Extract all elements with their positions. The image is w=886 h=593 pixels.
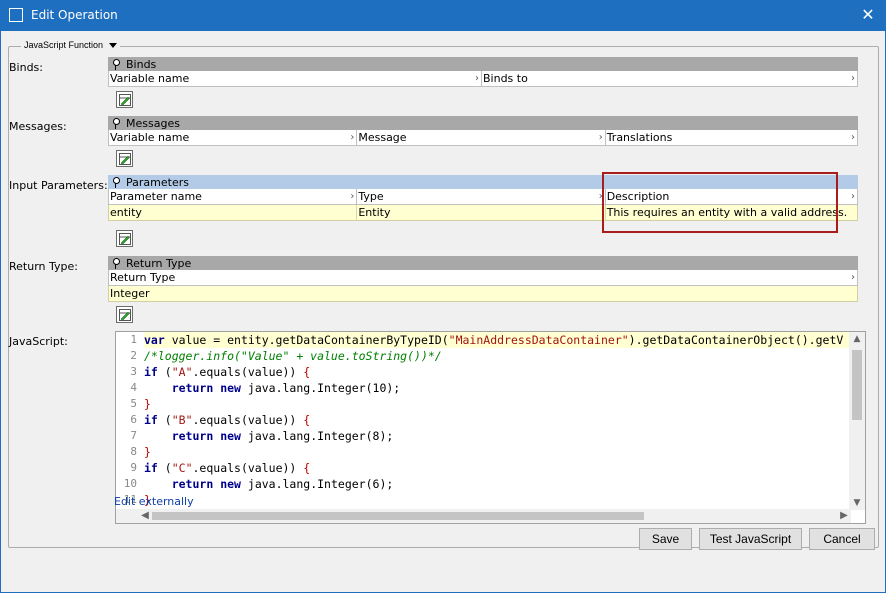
code-line[interactable]: /*logger.info("Value" + value.toString()… (144, 348, 850, 364)
test-javascript-button[interactable]: Test JavaScript (699, 528, 802, 550)
close-icon[interactable]: ✕ (860, 6, 876, 24)
window-icon (9, 8, 23, 22)
column-header[interactable]: Translations › (606, 130, 857, 145)
binds-header: Binds (108, 57, 858, 71)
description-highlight-box (602, 172, 838, 233)
line-number: 2 (130, 349, 137, 362)
group-legend-label: JavaScript Function (24, 40, 104, 50)
edit-externally-link[interactable]: Edit externally (114, 495, 194, 508)
code-line[interactable]: } (144, 396, 850, 412)
code-line[interactable]: return new java.lang.Integer(6); (144, 476, 850, 492)
line-number: 1 (130, 333, 137, 346)
save-button[interactable]: Save (639, 528, 692, 550)
parameters-edit-button[interactable] (116, 230, 133, 247)
messages-edit-button[interactable] (116, 150, 133, 167)
parameter-type-cell[interactable]: Entity (357, 205, 606, 220)
table-row[interactable]: Integer (108, 286, 858, 302)
binds-table: Binds Variable name › Binds to › (108, 57, 858, 87)
return-type-header: Return Type (108, 256, 858, 270)
return-type-column-headers: Return Type › (108, 270, 858, 286)
group-legend[interactable]: JavaScript Function (21, 40, 121, 50)
edit-table-icon (119, 309, 131, 321)
code-line[interactable]: var value = entity.getDataContainerByTyp… (144, 332, 850, 348)
pin-icon[interactable] (111, 176, 121, 188)
column-header[interactable]: Type › (357, 189, 606, 204)
messages-header-label: Messages (126, 116, 180, 130)
parameters-header-label: Parameters (126, 175, 189, 189)
binds-edit-button[interactable] (116, 91, 133, 108)
binds-column-headers: Variable name › Binds to › (108, 71, 858, 87)
code-line[interactable]: if ("B".equals(value)) { (144, 412, 850, 428)
column-header[interactable]: Variable name › (109, 71, 482, 86)
return-type-label: Return Type: (9, 260, 78, 273)
messages-label: Messages: (9, 120, 67, 133)
line-number: 5 (130, 397, 137, 410)
scroll-left-icon[interactable]: ◀ (138, 509, 152, 523)
binds-label: Binds: (9, 61, 43, 74)
edit-table-icon (119, 94, 131, 106)
parameter-name-cell[interactable]: entity (109, 205, 358, 220)
binds-header-label: Binds (126, 57, 157, 71)
edit-table-icon (119, 233, 131, 245)
code-line[interactable]: return new java.lang.Integer(10); (144, 380, 850, 396)
return-type-cell[interactable]: Integer (109, 286, 857, 301)
line-number: 6 (130, 413, 137, 426)
messages-header: Messages (108, 116, 858, 130)
cancel-button[interactable]: Cancel (809, 528, 875, 550)
line-number: 8 (130, 445, 137, 458)
column-header[interactable]: Return Type › (109, 270, 857, 285)
edit-table-icon (119, 153, 131, 165)
scroll-up-icon[interactable]: ▲ (849, 332, 865, 346)
column-header[interactable]: Message › (357, 130, 606, 145)
horizontal-scrollbar[interactable]: ◀ ▶ (116, 509, 851, 523)
scroll-down-icon[interactable]: ▼ (849, 496, 865, 510)
scroll-right-icon[interactable]: ▶ (837, 509, 851, 523)
code-line[interactable]: if ("C".equals(value)) { (144, 460, 850, 476)
column-header[interactable]: Variable name › (109, 130, 358, 145)
pin-icon[interactable] (111, 117, 121, 129)
code-line[interactable]: } (144, 492, 850, 508)
chevron-down-icon (109, 42, 118, 48)
code-area[interactable]: var value = entity.getDataContainerByTyp… (144, 332, 850, 510)
window-title: Edit Operation (31, 8, 118, 22)
column-header[interactable]: Binds to › (482, 71, 857, 86)
javascript-label: JavaScript: (9, 335, 68, 348)
line-number: 10 (123, 477, 137, 490)
vertical-scrollbar[interactable]: ▲ ▼ (849, 332, 865, 510)
javascript-editor[interactable]: 1 2 3 4 5 6 7 8 9 10 11 var value = entity.getData… (115, 331, 866, 524)
vertical-scroll-thumb[interactable] (852, 350, 862, 420)
line-number: 4 (130, 381, 137, 394)
messages-table: Messages Variable name › Message › Transla… (108, 116, 858, 146)
horizontal-scroll-thumb[interactable] (152, 512, 644, 520)
return-type-header-label: Return Type (126, 256, 192, 270)
return-type-table: Return Type Return Type › Integer (108, 256, 858, 302)
code-line[interactable]: } (144, 444, 850, 460)
line-number-gutter: 1 2 3 4 5 6 7 8 9 10 11 (116, 332, 139, 510)
line-number: 7 (130, 429, 137, 442)
pin-icon[interactable] (111, 257, 121, 269)
line-number: 9 (130, 461, 137, 474)
line-number: 3 (130, 365, 137, 378)
input-parameters-label: Input Parameters: (9, 179, 108, 192)
messages-column-headers: Variable name › Message › Translations › (108, 130, 858, 146)
code-line[interactable]: if ("A".equals(value)) { (144, 364, 850, 380)
title-bar: Edit Operation ✕ (0, 0, 886, 31)
pin-icon[interactable] (111, 58, 121, 70)
code-line[interactable]: return new java.lang.Integer(8); (144, 428, 850, 444)
return-type-edit-button[interactable] (116, 306, 133, 323)
column-header[interactable]: Parameter name › (109, 189, 358, 204)
